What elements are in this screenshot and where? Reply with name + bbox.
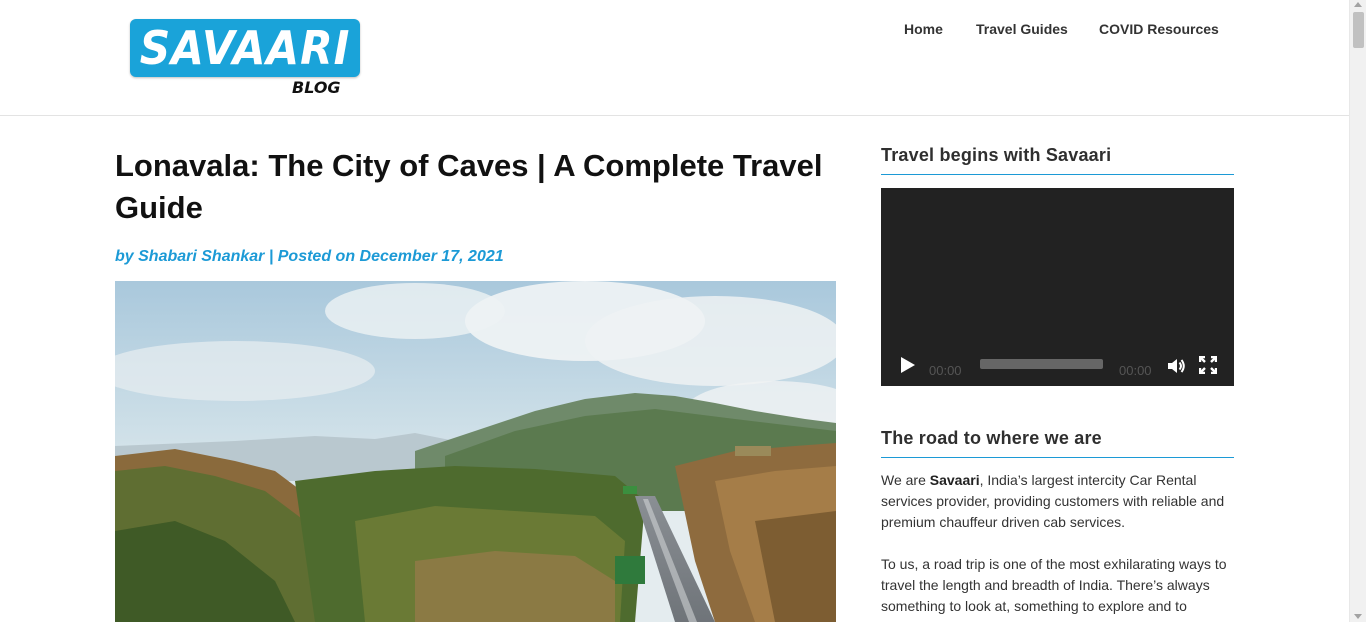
volume-icon[interactable] (1166, 356, 1186, 376)
logo-subtext: BLOG (292, 78, 341, 97)
nav-home[interactable]: Home (904, 21, 943, 37)
fullscreen-icon[interactable] (1199, 356, 1217, 374)
article-byline[interactable]: by Shabari Shankar | Posted on December … (115, 248, 837, 266)
about-para1-brand: Savaari (929, 472, 980, 488)
scroll-up-arrow-icon[interactable] (1354, 2, 1362, 7)
sidebar-video-widget: Travel begins with Savaari (881, 145, 1234, 175)
hero-image (115, 281, 836, 622)
article-title: Lonavala: The City of Caves | A Complete… (115, 148, 823, 225)
article-header: Lonavala: The City of Caves | A Complete… (115, 145, 837, 266)
about-paragraph-2: To us, a road trip is one of the most ex… (881, 556, 1227, 614)
lonavala-valley-image (115, 281, 836, 622)
video-widget-heading: Travel begins with Savaari (881, 145, 1234, 175)
video-current-time: 00:00 (929, 363, 962, 378)
play-icon[interactable] (900, 356, 916, 374)
video-player[interactable]: 00:00 00:00 (881, 188, 1234, 386)
scroll-thumb[interactable] (1353, 12, 1364, 48)
scroll-down-arrow-icon[interactable] (1354, 614, 1362, 619)
page-scrollbar[interactable] (1349, 0, 1366, 622)
nav-travel-guides[interactable]: Travel Guides (976, 21, 1068, 37)
about-para1-prefix: We are (881, 472, 930, 488)
about-widget: The road to where we are We are Savaari,… (881, 428, 1234, 617)
video-controls: 00:00 00:00 (881, 346, 1234, 386)
nav-covid-resources[interactable]: COVID Resources (1099, 21, 1219, 37)
about-widget-heading: The road to where we are (881, 428, 1234, 458)
video-progress-bar[interactable] (980, 359, 1103, 369)
about-paragraph-1: We are Savaari, India’s largest intercit… (881, 470, 1234, 533)
main-nav: Home Travel Guides COVID Resources (0, 21, 1349, 41)
video-duration: 00:00 (1119, 363, 1152, 378)
site-header: SAVAARI BLOG Home Travel Guides COVID Re… (0, 0, 1349, 116)
